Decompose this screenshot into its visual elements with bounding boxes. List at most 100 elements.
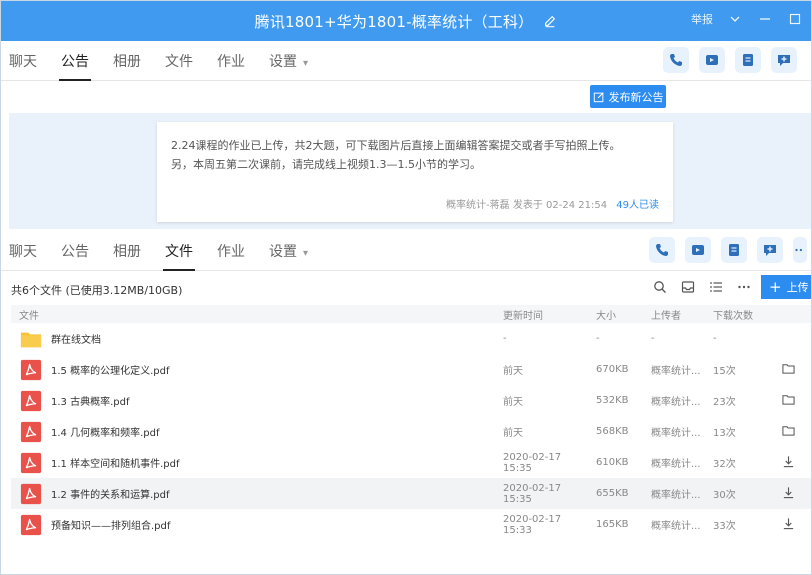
- col-header-uploader[interactable]: 上传者: [643, 305, 705, 323]
- tab-actions-bottom: [649, 237, 807, 263]
- file-uploader: 概率统计...: [651, 459, 701, 470]
- file-uploader: 概率统计...: [651, 428, 701, 439]
- tab-bar-top: 聊天 公告 相册 文件 作业 设置 ▾: [1, 41, 811, 81]
- more-actions-button[interactable]: [793, 237, 807, 263]
- file-name-cell[interactable]: 1.2 事件的关系和运算.pdf: [11, 478, 495, 509]
- table-row[interactable]: 群在线文档 - - - -: [11, 323, 811, 354]
- more-dots-icon[interactable]: [737, 280, 751, 297]
- open-folder-icon[interactable]: [782, 394, 795, 409]
- open-folder-icon[interactable]: [782, 363, 795, 378]
- tab-chat[interactable]: 聊天: [1, 230, 49, 270]
- table-row[interactable]: 1.2 事件的关系和运算.pdf 2020-02-17 15:35 655KB 概率统…: [11, 478, 811, 509]
- download-icon[interactable]: [782, 455, 795, 471]
- file-name-cell[interactable]: 群在线文档: [11, 323, 495, 354]
- table-row[interactable]: 1.5 概率的公理化定义.pdf 前天 670KB 概率统计... 15次: [11, 354, 811, 385]
- add-app-button[interactable]: [771, 47, 797, 73]
- col-header-size[interactable]: 大小: [588, 305, 643, 323]
- file-name-cell[interactable]: 1.1 样本空间和随机事件.pdf: [11, 447, 495, 478]
- row-action[interactable]: [757, 323, 811, 354]
- row-action[interactable]: [757, 385, 811, 416]
- publish-announcement-button[interactable]: 发布新公告: [590, 85, 666, 108]
- table-row[interactable]: 1.4 几何概率和频率.pdf 前天 568KB 概率统计... 13次: [11, 416, 811, 447]
- download-icon[interactable]: [782, 486, 795, 502]
- maximize-icon[interactable]: [787, 11, 803, 27]
- edit-title-icon[interactable]: [543, 14, 557, 28]
- minimize-icon[interactable]: [757, 11, 773, 27]
- col-header-file[interactable]: 文件: [11, 305, 495, 323]
- download-icon[interactable]: [782, 517, 795, 533]
- voice-call-button[interactable]: [649, 237, 675, 263]
- tab-files[interactable]: 文件: [153, 40, 205, 80]
- row-action[interactable]: [757, 447, 811, 478]
- table-row[interactable]: 1.3 古典概率.pdf 前天 532KB 概率统计... 23次: [11, 385, 811, 416]
- tab-announcement[interactable]: 公告: [49, 230, 101, 270]
- row-action[interactable]: [757, 478, 811, 509]
- voice-call-button[interactable]: [663, 47, 689, 73]
- classroom-icon: [729, 244, 739, 256]
- tab-label: 聊天: [9, 244, 37, 260]
- publish-label: 发布新公告: [608, 90, 664, 104]
- tab-album[interactable]: 相册: [101, 230, 153, 270]
- tab-album[interactable]: 相册: [101, 40, 153, 80]
- tabs-bottom: 聊天 公告 相册 文件 作业 设置 ▾: [1, 230, 320, 271]
- report-link[interactable]: 举报: [691, 11, 713, 27]
- video-call-button[interactable]: [685, 237, 711, 263]
- tab-homework[interactable]: 作业: [205, 230, 257, 270]
- file-size: 670KB: [596, 364, 629, 375]
- open-folder-icon[interactable]: [782, 425, 795, 440]
- announcement-readers[interactable]: 49人已读: [616, 200, 659, 211]
- table-row[interactable]: 预备知识——排列组合.pdf 2020-02-17 15:33 165KB 概率统计.…: [11, 509, 811, 540]
- file-uploader: 概率统计...: [651, 521, 701, 532]
- phone-icon: [670, 54, 682, 66]
- row-action[interactable]: [757, 354, 811, 385]
- table-header-row: 文件 更新时间 大小 上传者 下载次数: [11, 305, 811, 323]
- folder-icon: [19, 327, 43, 351]
- tab-announcement[interactable]: 公告: [49, 40, 101, 81]
- file-downloads: 15次: [713, 366, 736, 377]
- tab-label: 设置: [269, 244, 297, 260]
- tab-files[interactable]: 文件: [153, 230, 205, 271]
- table-row[interactable]: 1.1 样本空间和随机事件.pdf 2020-02-17 15:35 610KB 概率…: [11, 447, 811, 478]
- upload-button[interactable]: + 上传: [761, 275, 811, 299]
- file-name-cell[interactable]: 1.4 几何概率和频率.pdf: [11, 416, 495, 447]
- chevron-down-icon: ▾: [303, 248, 309, 259]
- tab-settings[interactable]: 设置 ▾: [257, 40, 320, 80]
- file-name: 1.3 古典概率.pdf: [51, 397, 130, 408]
- pdf-icon: [19, 389, 43, 413]
- tab-chat[interactable]: 聊天: [1, 40, 49, 80]
- row-action[interactable]: [757, 509, 811, 540]
- file-size: 165KB: [596, 519, 629, 530]
- announcement-toolbar: 发布新公告: [1, 81, 811, 113]
- video-call-button[interactable]: [699, 47, 725, 73]
- add-app-button[interactable]: [757, 237, 783, 263]
- class-button[interactable]: [721, 237, 747, 263]
- file-name-cell[interactable]: 1.3 古典概率.pdf: [11, 385, 495, 416]
- chevron-down-icon[interactable]: [727, 11, 743, 27]
- title-bar[interactable]: 腾讯1801+华为1801-概率统计（工科） 举报: [1, 1, 811, 41]
- files-header: 共6个文件 (已使用3.12MB/10GB) + 上传: [1, 271, 811, 305]
- announcement-card[interactable]: 2.24课程的作业已上传，共2大题，可下载图片后直接上面编辑答案提交或者手写拍照…: [157, 122, 673, 222]
- file-size: 568KB: [596, 426, 629, 437]
- col-header-downloads[interactable]: 下载次数: [705, 305, 757, 323]
- file-uploader: 概率统计...: [651, 366, 701, 377]
- file-name-cell[interactable]: 1.5 概率的公理化定义.pdf: [11, 354, 495, 385]
- file-name: 1.2 事件的关系和运算.pdf: [51, 490, 170, 501]
- plus-chat-icon: [778, 55, 790, 66]
- col-header-time[interactable]: 更新时间: [495, 305, 588, 323]
- announcement-time: 发表于 02-24 21:54: [512, 200, 608, 211]
- list-view-icon[interactable]: [709, 280, 723, 297]
- video-icon: [706, 55, 718, 65]
- file-time: 2020-02-17 15:33: [503, 513, 562, 536]
- search-icon[interactable]: [653, 280, 667, 297]
- file-downloads: 33次: [713, 521, 736, 532]
- inbox-icon[interactable]: [681, 280, 695, 297]
- file-time: -: [503, 333, 507, 344]
- tab-homework[interactable]: 作业: [205, 40, 257, 80]
- file-name-cell[interactable]: 预备知识——排列组合.pdf: [11, 509, 495, 540]
- row-action[interactable]: [757, 416, 811, 447]
- file-name: 1.5 概率的公理化定义.pdf: [51, 366, 170, 377]
- class-button[interactable]: [735, 47, 761, 73]
- file-size: 610KB: [596, 457, 629, 468]
- announcement-line-2: 另，本周五第二次课前，请完成线上视频1.3—1.5小节的学习。: [171, 158, 481, 171]
- tab-settings[interactable]: 设置 ▾: [257, 230, 320, 270]
